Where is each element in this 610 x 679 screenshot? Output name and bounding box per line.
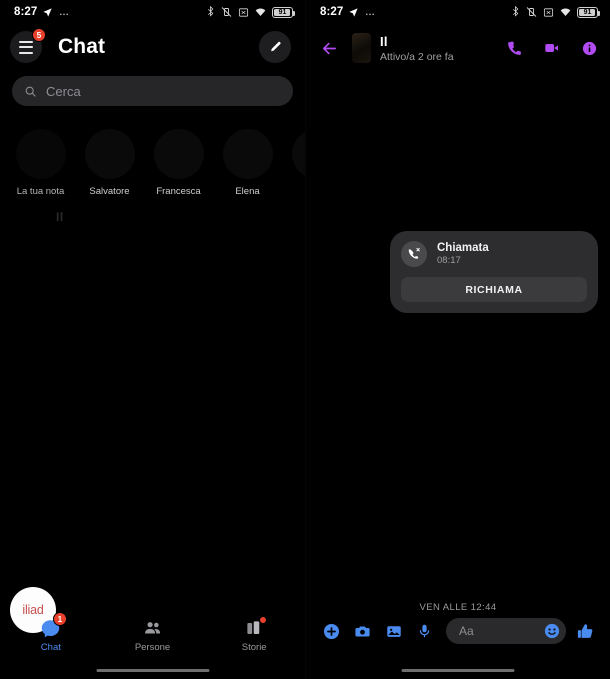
thumbs-up-icon [577,623,592,638]
conversation-pane: 8:27 91 Il Attivo/a 2 ore fa Chiamata 08… [305,0,610,679]
new-message-button[interactable] [259,31,291,63]
notes-strip: La tua nota Salvatore Francesca Elena Gu… [0,120,305,202]
wifi-icon [255,7,266,16]
more-dots-icon [366,13,375,15]
stories-unread-dot [259,616,268,624]
gesture-bar[interactable] [401,668,515,672]
bluetooth-icon [208,6,214,17]
nav-item-persone[interactable]: Persone [102,617,204,653]
missed-call-icon [401,241,427,267]
battery-level: 91 [583,8,592,16]
sim-off-icon [238,7,249,17]
menu-badge-count: 5 [32,28,46,42]
gesture-bar[interactable] [96,668,209,672]
message-composer: Aa [306,616,610,646]
day-separator: VEN ALLE 12:44 [419,602,497,613]
note-item-salvatore[interactable]: Salvatore [75,120,144,202]
nav-item-storie[interactable]: Storie [203,616,305,653]
status-bar-left-group: 8:27 [320,6,376,18]
avatar [222,129,273,179]
chat-list-item[interactable]: Il [56,210,64,224]
note-label: La tua nota [16,186,65,197]
more-dots-icon [60,13,69,15]
search-icon [25,86,36,97]
note-label: Francesca [156,186,201,197]
contact-name: Il [380,33,388,49]
status-bar-right-group: 91 [511,6,601,18]
add-attachment-button[interactable] [316,622,347,641]
status-bar-right-group: 91 [206,6,296,18]
vibrate-off-icon [526,7,537,17]
call-message-card: Chiamata 08:17 RICHIAMA [390,231,598,313]
call-card-text: Chiamata 08:17 [437,242,489,266]
bluetooth-icon [513,6,519,17]
note-item-francesca[interactable]: Francesca [144,120,213,202]
like-button[interactable] [570,622,600,641]
avatar [291,129,305,179]
avatar [84,129,135,179]
status-bar-clock: 8:27 [320,6,344,18]
dual-pane-screen: 8:27 91 5 Chat Cerca La tua nota Salvato… [0,0,610,679]
call-back-button[interactable]: RICHIAMA [401,277,587,302]
search-input[interactable]: Cerca [12,76,293,106]
sim-off-icon [543,7,554,17]
pencil-icon [270,41,281,51]
menu-button[interactable]: 5 [10,28,46,63]
wifi-icon [560,7,571,16]
page-title: Chat [58,35,106,58]
note-label: Elena [235,186,260,197]
location-arrow-icon [43,7,53,17]
battery-icon: 91 [272,6,296,18]
chat-badge-count: 1 [52,612,67,626]
bottom-navigation: 1 Chat Persone Storie [0,612,305,657]
message-placeholder: Aa [459,624,474,638]
battery-level: 91 [278,8,287,16]
call-time: 08:17 [437,255,461,266]
camera-icon [355,626,370,636]
chat-list-header: 5 Chat [0,24,305,70]
people-icon [144,622,160,634]
note-item-your-note[interactable]: La tua nota [6,120,75,202]
search-row: Cerca [0,70,305,106]
chat-list-pane: 8:27 91 5 Chat Cerca La tua nota Salvato… [0,0,305,679]
nav-label-persone: Persone [134,642,171,653]
avatar [15,129,66,179]
note-item-guid[interactable]: Guid [282,120,305,202]
location-arrow-icon [349,7,359,17]
vibrate-off-icon [221,7,232,17]
gallery-icon [386,625,401,637]
note-label: Salvatore [89,186,130,197]
message-input[interactable]: Aa [446,618,566,644]
nav-label-storie: Storie [241,642,267,653]
status-bar-left: 8:27 91 [0,0,305,24]
camera-button[interactable] [347,623,378,640]
microphone-button[interactable] [409,622,440,640]
message-list: Chiamata 08:17 RICHIAMA [306,48,610,593]
nav-item-chat[interactable]: 1 Chat [0,612,102,653]
plus-icon [323,623,340,639]
note-item-elena[interactable]: Elena [213,120,282,202]
search-placeholder: Cerca [46,83,81,99]
microphone-icon [419,624,430,638]
status-bar-left-group: 8:27 [14,6,70,18]
gallery-button[interactable] [378,623,409,640]
status-bar-right: 8:27 91 [306,0,610,24]
call-card-header: Chiamata 08:17 [401,241,587,267]
status-bar-clock: 8:27 [14,6,38,18]
battery-icon: 91 [577,6,601,18]
avatar [153,129,204,179]
smiley-icon[interactable] [543,622,561,640]
call-title: Chiamata [437,242,489,254]
nav-label-chat: Chat [40,642,61,653]
